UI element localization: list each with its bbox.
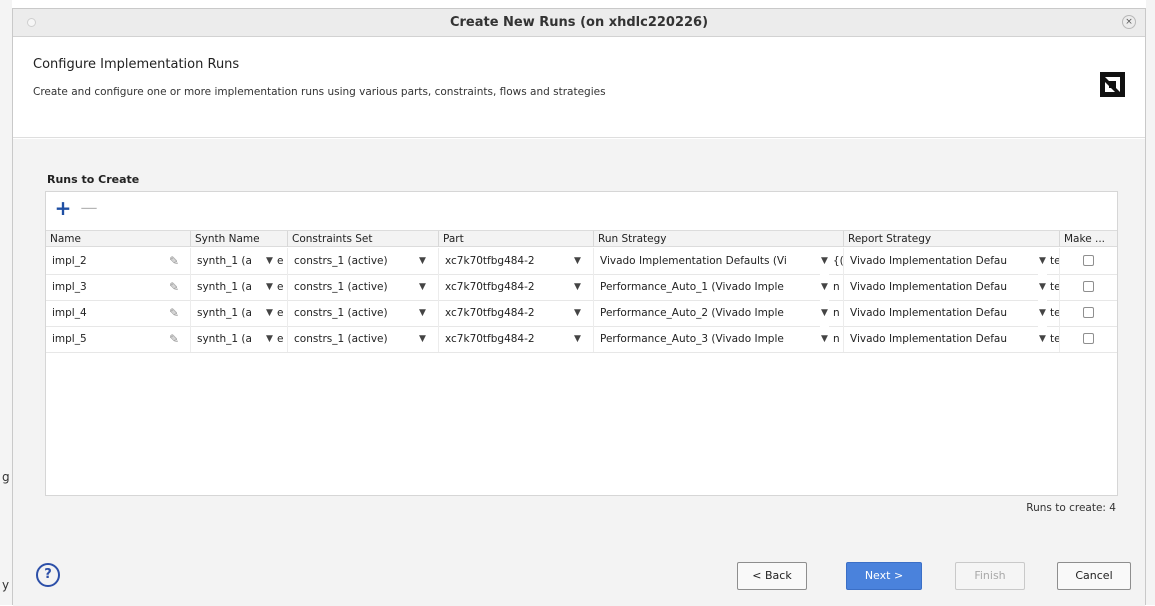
run-name: impl_5 [52,333,87,345]
run-name-cell[interactable]: impl_4 ✎ [46,300,191,326]
runs-table-panel: + — Name Synth Name Constraints Set Part… [45,191,1118,496]
run-strategy-dropdown[interactable]: Performance_Auto_2 (Vivado Imple ▼ n [594,300,844,326]
make-active-checkbox[interactable] [1083,333,1094,344]
close-button[interactable]: × [1122,15,1136,29]
chevron-down-icon[interactable]: ▼ [820,248,829,274]
make-active-cell [1060,326,1117,352]
chevron-down-icon[interactable]: ▼ [419,248,426,274]
run-name: impl_3 [52,281,87,293]
make-active-checkbox[interactable] [1083,307,1094,318]
chevron-down-icon[interactable]: ▼ [1038,248,1047,274]
table-header: Name Synth Name Constraints Set Part Run… [46,230,1117,247]
constraints-set-dropdown[interactable]: constrs_1 (active) ▼ [288,274,439,300]
chevron-down-icon[interactable]: ▼ [419,300,426,326]
header-panel: Configure Implementation Runs Create and… [13,38,1145,138]
make-active-cell [1060,300,1117,326]
column-header-synth-name[interactable]: Synth Name [191,231,288,247]
synth-name-dropdown[interactable]: synth_1 (a ▼ e [191,326,288,352]
chevron-down-icon[interactable]: ▼ [419,274,426,300]
table-row[interactable]: impl_3 ✎ synth_1 (a ▼ e constrs_1 (activ… [46,274,1117,301]
title-bar[interactable]: Create New Runs (on xhdlc220226) × [13,9,1145,37]
run-strategy-dropdown[interactable]: Performance_Auto_3 (Vivado Imple ▼ n [594,326,844,352]
run-name-cell[interactable]: impl_5 ✎ [46,326,191,352]
finish-button[interactable]: Finish [955,562,1025,590]
next-button[interactable]: Next > [846,562,922,590]
chevron-down-icon[interactable]: ▼ [574,274,581,300]
synth-name-dropdown[interactable]: synth_1 (a ▼ e [191,274,288,300]
chevron-down-icon[interactable]: ▼ [266,248,273,274]
cancel-button[interactable]: Cancel [1057,562,1131,590]
run-name: impl_2 [52,255,87,267]
page-subtitle: Create and configure one or more impleme… [33,86,606,98]
run-name-cell[interactable]: impl_3 ✎ [46,274,191,300]
chevron-down-icon[interactable]: ▼ [820,300,829,326]
chevron-down-icon[interactable]: ▼ [266,300,273,326]
column-header-make-active[interactable]: Make ... [1060,231,1117,247]
page-title: Configure Implementation Runs [33,57,240,72]
report-strategy-dropdown[interactable]: Vivado Implementation Defau ▼ te [844,274,1060,300]
amd-logo-icon [1100,72,1125,97]
chevron-down-icon[interactable]: ▼ [1038,300,1047,326]
table-row[interactable]: impl_5 ✎ synth_1 (a ▼ e constrs_1 (activ… [46,326,1117,353]
make-active-cell [1060,274,1117,300]
constraints-set-dropdown[interactable]: constrs_1 (active) ▼ [288,326,439,352]
synth-name-dropdown[interactable]: synth_1 (a ▼ e [191,300,288,326]
run-name: impl_4 [52,307,87,319]
background-char: g [2,470,10,484]
chevron-down-icon[interactable]: ▼ [820,326,829,352]
constraints-set-dropdown[interactable]: constrs_1 (active) ▼ [288,300,439,326]
background-app-left-edge: g y [0,0,12,605]
make-active-checkbox[interactable] [1083,255,1094,266]
background-char: y [2,578,10,592]
chevron-down-icon[interactable]: ▼ [574,300,581,326]
runs-to-create-label: Runs to Create [47,173,140,186]
chevron-down-icon[interactable]: ▼ [266,274,273,300]
run-strategy-dropdown[interactable]: Vivado Implementation Defaults (Vi ▼ {( [594,248,844,274]
report-strategy-dropdown[interactable]: Vivado Implementation Defau ▼ te [844,300,1060,326]
synth-name-dropdown[interactable]: synth_1 (a ▼ e [191,248,288,274]
dialog-title: Create New Runs (on xhdlc220226) [449,15,709,30]
background-app-right-edge [1146,0,1155,605]
content-area: Runs to Create + — Name Synth Name Const… [13,139,1145,606]
table-row[interactable]: impl_4 ✎ synth_1 (a ▼ e constrs_1 (activ… [46,300,1117,327]
column-header-part[interactable]: Part [439,231,594,247]
make-active-checkbox[interactable] [1083,281,1094,292]
chevron-down-icon[interactable]: ▼ [419,326,426,352]
column-header-run-strategy[interactable]: Run Strategy [594,231,844,247]
chevron-down-icon[interactable]: ▼ [1038,274,1047,300]
report-strategy-dropdown[interactable]: Vivado Implementation Defau ▼ te [844,248,1060,274]
make-active-cell [1060,248,1117,274]
chevron-down-icon[interactable]: ▼ [1038,326,1047,352]
add-run-button[interactable]: + [54,198,72,218]
column-header-name[interactable]: Name [46,231,191,247]
chevron-down-icon[interactable]: ▼ [266,326,273,352]
remove-run-button[interactable]: — [80,198,98,218]
create-new-runs-dialog: Create New Runs (on xhdlc220226) × Confi… [12,8,1146,606]
edit-pencil-icon[interactable]: ✎ [169,274,179,300]
help-button[interactable]: ? [36,563,60,587]
part-dropdown[interactable]: xc7k70tfbg484-2 ▼ [439,248,594,274]
edit-pencil-icon[interactable]: ✎ [169,248,179,274]
run-name-cell[interactable]: impl_2 ✎ [46,248,191,274]
report-strategy-dropdown[interactable]: Vivado Implementation Defau ▼ te [844,326,1060,352]
column-header-constraints-set[interactable]: Constraints Set [288,231,439,247]
back-button[interactable]: < Back [737,562,807,590]
chevron-down-icon[interactable]: ▼ [574,248,581,274]
constraints-set-dropdown[interactable]: constrs_1 (active) ▼ [288,248,439,274]
part-dropdown[interactable]: xc7k70tfbg484-2 ▼ [439,326,594,352]
part-dropdown[interactable]: xc7k70tfbg484-2 ▼ [439,300,594,326]
table-row[interactable]: impl_2 ✎ synth_1 (a ▼ e constrs_1 (activ… [46,248,1117,275]
edit-pencil-icon[interactable]: ✎ [169,300,179,326]
chevron-down-icon[interactable]: ▼ [574,326,581,352]
edit-pencil-icon[interactable]: ✎ [169,326,179,352]
column-header-report-strategy[interactable]: Report Strategy [844,231,1060,247]
part-dropdown[interactable]: xc7k70tfbg484-2 ▼ [439,274,594,300]
chevron-down-icon[interactable]: ▼ [820,274,829,300]
run-strategy-dropdown[interactable]: Performance_Auto_1 (Vivado Imple ▼ n [594,274,844,300]
runs-to-create-count: Runs to create: 4 [1026,502,1116,514]
